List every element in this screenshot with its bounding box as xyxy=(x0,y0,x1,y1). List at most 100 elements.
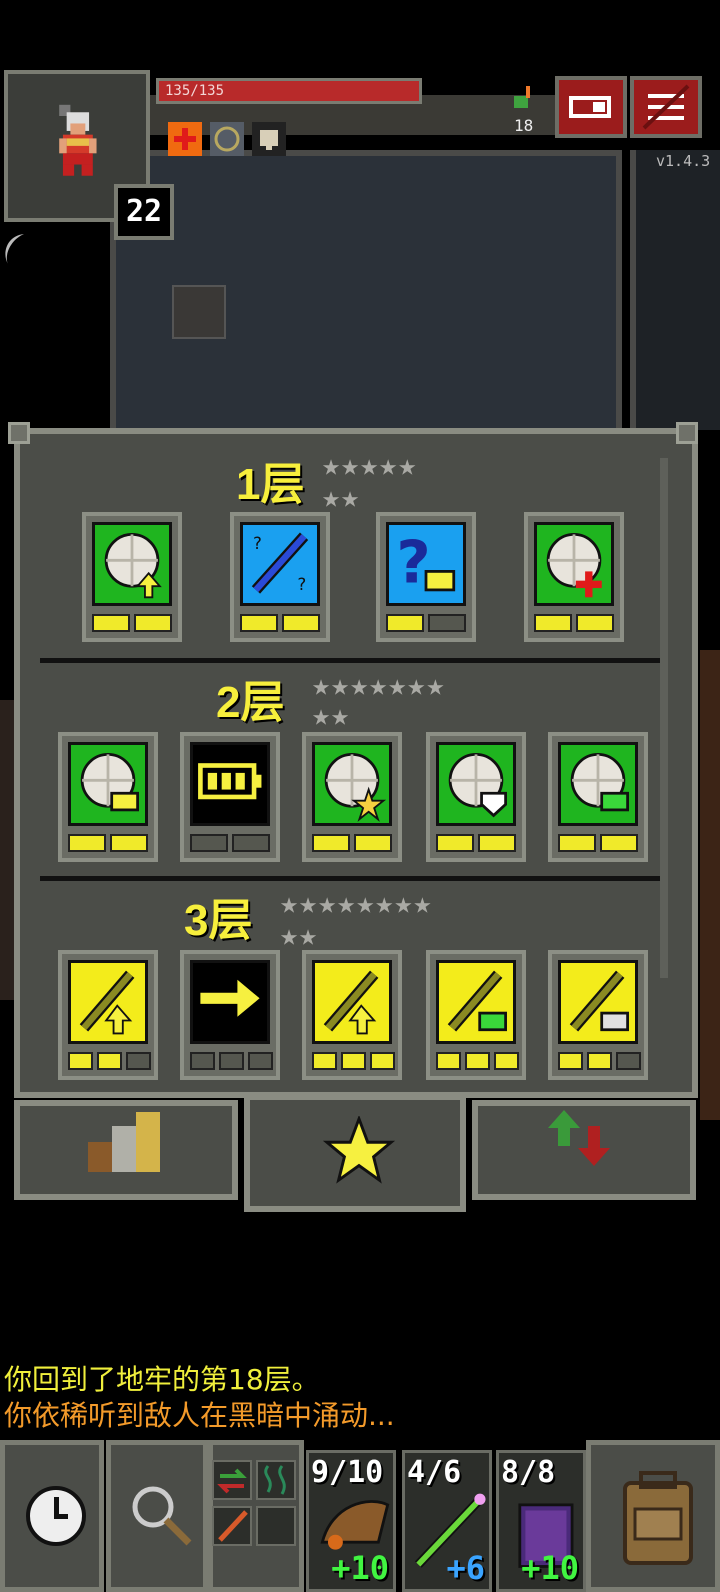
tier-1-stars: ★★★★★ xyxy=(322,448,418,483)
vine-icon[interactable] xyxy=(256,1460,296,1500)
staff-charge-icon xyxy=(436,960,516,1044)
tier-1-title: 1层 xyxy=(236,460,305,509)
staff-up-icon xyxy=(312,960,392,1044)
talent-points xyxy=(68,1052,151,1070)
talent-points xyxy=(190,834,270,852)
talent-card[interactable] xyxy=(58,950,158,1080)
tier-3-title: 3层 xyxy=(184,896,253,945)
menu-button[interactable] xyxy=(630,76,702,138)
quickslot[interactable]: 9/10 +10 xyxy=(306,1450,396,1592)
talent-card[interactable] xyxy=(426,732,526,862)
talent-point-pip xyxy=(240,614,278,632)
talent-points xyxy=(312,834,392,852)
plus-buff-icon[interactable] xyxy=(168,122,202,156)
buffs-tab[interactable] xyxy=(472,1100,696,1200)
talent-card[interactable] xyxy=(548,732,648,862)
talent-points xyxy=(386,614,466,632)
side-wall-left xyxy=(0,700,14,1000)
talent-point-pip xyxy=(478,834,516,852)
armor-buff-icon[interactable] xyxy=(252,122,286,156)
talent-card[interactable] xyxy=(524,512,624,642)
talent-card[interactable]: ?? xyxy=(230,512,330,642)
quickslot-charges: 9/10 xyxy=(311,1455,384,1490)
shield-buff-icon[interactable] xyxy=(210,122,244,156)
talent-card[interactable] xyxy=(58,732,158,862)
talent-card[interactable] xyxy=(302,950,402,1080)
talent-point-pip xyxy=(616,1052,641,1070)
tier-1-stars-extra: ★★ xyxy=(322,480,361,515)
panel-scrollbar[interactable] xyxy=(660,458,668,978)
talent-point-pip xyxy=(126,1052,151,1070)
tier-2-title: 2层 xyxy=(216,678,285,727)
arrow-right-icon xyxy=(190,960,270,1044)
swap-icon[interactable] xyxy=(212,1460,252,1500)
talent-card[interactable] xyxy=(180,732,280,862)
talent-points xyxy=(436,1052,519,1070)
stairs-tile xyxy=(172,285,226,339)
quickslot-bonus: +10 xyxy=(331,1549,389,1587)
tier-divider xyxy=(40,876,660,881)
talent-points xyxy=(68,834,148,852)
up-down-arrows-icon xyxy=(548,1110,610,1166)
quickslot-charges: 8/8 xyxy=(501,1455,556,1490)
talent-point-pip xyxy=(494,1052,519,1070)
quickslot-bonus: +10 xyxy=(521,1549,579,1587)
search-button[interactable] xyxy=(106,1440,208,1592)
log-line-1: 你回到了地牢的第18层。 xyxy=(4,1363,320,1396)
food-shield-icon xyxy=(436,742,516,826)
question-key-icon: ? xyxy=(386,522,466,606)
journal-button[interactable] xyxy=(555,76,627,138)
talent-point-pip xyxy=(68,1052,93,1070)
empty-slot[interactable] xyxy=(256,1506,296,1546)
talent-point-pip xyxy=(312,1052,337,1070)
talent-point-pip xyxy=(134,614,172,632)
talent-point-pip xyxy=(436,1052,461,1070)
talent-points xyxy=(436,834,516,852)
talent-card[interactable] xyxy=(82,512,182,642)
talent-card[interactable] xyxy=(426,950,526,1080)
talent-point-pip xyxy=(190,834,228,852)
backpack-icon xyxy=(623,1471,693,1565)
talent-point-pip xyxy=(576,614,614,632)
talent-point-pip xyxy=(92,614,130,632)
talent-point-pip xyxy=(219,1052,244,1070)
talent-points xyxy=(190,1052,273,1070)
moon-icon xyxy=(5,234,24,264)
talent-card[interactable] xyxy=(548,950,648,1080)
talent-point-pip xyxy=(534,614,572,632)
talent-card[interactable] xyxy=(302,732,402,862)
svg-text:?: ? xyxy=(297,575,307,594)
talent-point-pip xyxy=(465,1052,490,1070)
tier-3-stars-extra: ★★ xyxy=(280,918,319,953)
backpack-button[interactable] xyxy=(586,1440,720,1592)
wait-button[interactable] xyxy=(0,1440,104,1592)
quickslot[interactable]: 8/8 +10 xyxy=(496,1450,586,1592)
log-line-2: 你依稀听到敌人在黑暗中涌动... xyxy=(4,1399,395,1432)
talent-point-pip xyxy=(312,834,350,852)
talent-card[interactable]: ? xyxy=(376,512,476,642)
stats-tab[interactable] xyxy=(14,1100,238,1200)
talents-tab[interactable] xyxy=(244,1094,466,1212)
talent-points xyxy=(534,614,614,632)
panel-corner xyxy=(676,422,698,444)
hero-sprite-icon xyxy=(59,104,97,176)
talent-point-pip xyxy=(558,1052,583,1070)
talent-points xyxy=(558,1052,641,1070)
talent-points xyxy=(240,614,320,632)
talent-point-pip xyxy=(232,834,270,852)
talent-point-pip xyxy=(68,834,106,852)
clock-icon xyxy=(26,1486,86,1546)
talent-card[interactable] xyxy=(180,950,280,1080)
quickslot[interactable]: 4/6 +6 xyxy=(402,1450,492,1592)
quickslot-charges: 4/6 xyxy=(407,1455,462,1490)
side-wall-right xyxy=(700,650,720,1120)
talent-point-pip xyxy=(97,1052,122,1070)
quickslot-bonus: +6 xyxy=(446,1549,485,1587)
talent-points xyxy=(92,614,172,632)
food-star-icon xyxy=(312,742,392,826)
depth-icon xyxy=(514,86,530,108)
star-icon xyxy=(322,1116,396,1184)
talent-points xyxy=(558,834,638,852)
talent-point-pip xyxy=(428,614,466,632)
dart-icon[interactable] xyxy=(212,1506,252,1546)
